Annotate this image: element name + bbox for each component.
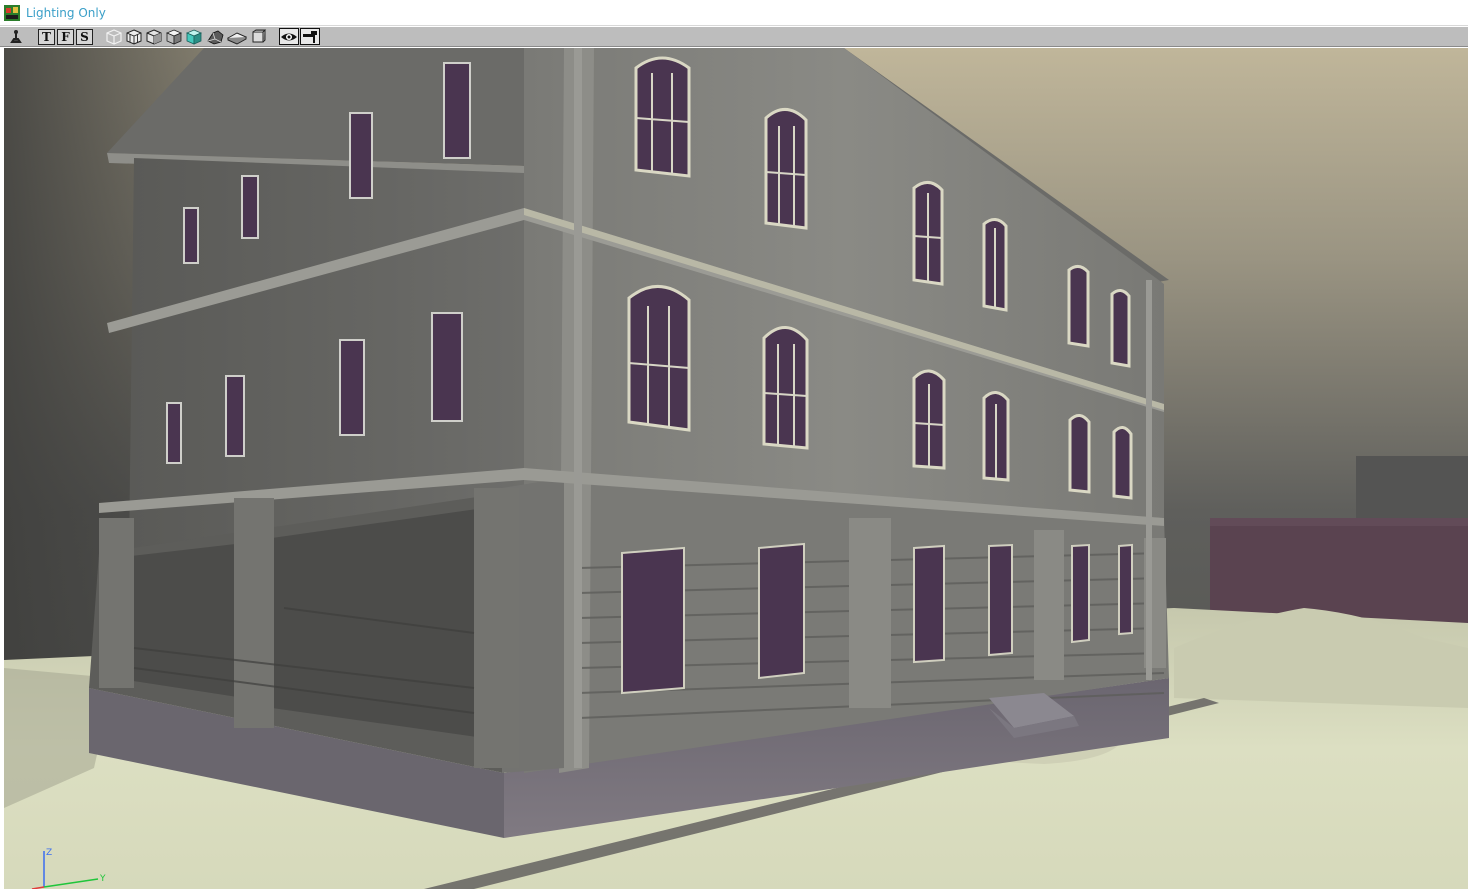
window-title: Lighting Only <box>26 5 106 20</box>
front-view-button[interactable]: F <box>57 28 74 45</box>
axis-y-label: Y <box>99 874 106 884</box>
plane-icon[interactable] <box>227 29 247 45</box>
axis-gizmo-icon: Z Y <box>31 848 106 889</box>
pointer-icon[interactable] <box>6 29 26 45</box>
side-view-button[interactable]: S <box>76 28 93 45</box>
wireframe-cube-icon[interactable] <box>105 28 123 45</box>
box-icon[interactable] <box>249 29 267 45</box>
title-bar: Lighting Only <box>0 0 1468 26</box>
lit-object-icon[interactable] <box>205 29 225 45</box>
app-icon <box>4 4 20 21</box>
walk-icon[interactable] <box>300 28 320 45</box>
3d-viewport[interactable]: Z Y <box>4 48 1468 889</box>
top-view-button[interactable]: T <box>38 28 55 45</box>
textured-cube-icon[interactable] <box>185 29 203 45</box>
eye-icon[interactable] <box>279 28 299 45</box>
scene-render <box>4 48 1468 889</box>
app-window: Lighting Only T F S Z Y <box>0 0 1468 889</box>
axis-z-label: Z <box>46 848 52 858</box>
hidden-line-cube-icon[interactable] <box>125 28 143 45</box>
flat-cube-icon[interactable] <box>145 28 163 45</box>
toolbar: T F S <box>0 27 1468 47</box>
shaded-cube-icon[interactable] <box>165 29 183 45</box>
